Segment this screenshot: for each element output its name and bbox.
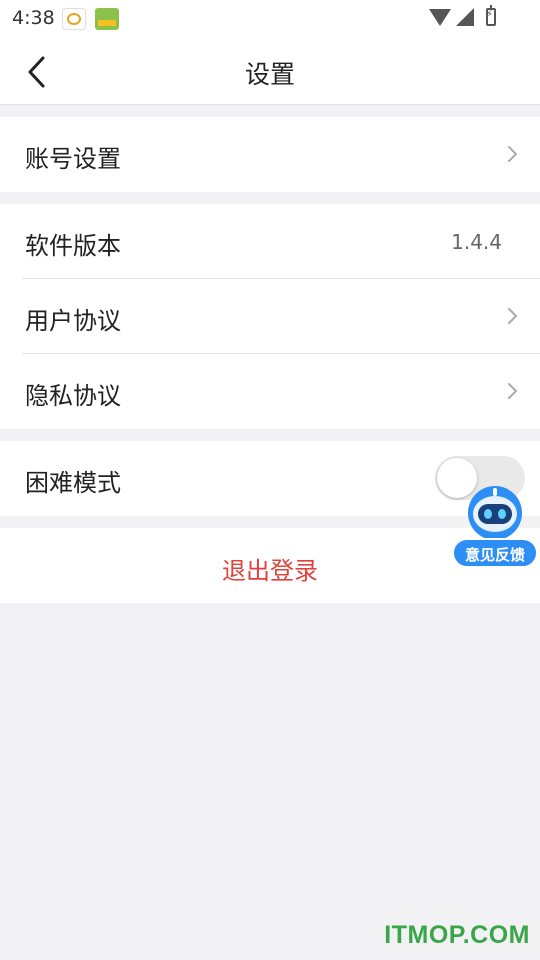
notification-app-icon [95, 8, 119, 30]
chevron-right-icon [508, 146, 517, 162]
user-agreement-row[interactable]: 用户协议 [0, 279, 540, 354]
battery-icon [486, 5, 496, 26]
feedback-button[interactable]: 意见反馈 [452, 484, 540, 570]
feedback-pill: 意见反馈 [452, 538, 538, 568]
signal-icon [456, 8, 474, 26]
chevron-right-icon [508, 308, 517, 324]
wifi-icon [429, 9, 451, 26]
version-value: 1.4.4 [451, 230, 502, 254]
robot-icon [468, 486, 522, 538]
settings-group-info: 软件版本 1.4.4 用户协议 隐私协议 [0, 204, 540, 429]
status-time: 4:38 [12, 7, 55, 29]
row-label: 软件版本 [25, 232, 121, 260]
logout-label: 退出登录 [222, 557, 318, 585]
watermark: ITMOP.COM [384, 921, 530, 949]
page-title: 设置 [244, 60, 295, 89]
row-label: 用户协议 [25, 307, 121, 335]
feedback-label: 意见反馈 [464, 546, 525, 564]
settings-group-account: 账号设置 [0, 117, 540, 192]
row-label: 困难模式 [25, 469, 121, 497]
privacy-agreement-row[interactable]: 隐私协议 [0, 354, 540, 429]
status-bar: 4:38 [0, 0, 540, 38]
row-label: 隐私协议 [25, 382, 121, 410]
account-settings-row[interactable]: 账号设置 [0, 117, 540, 192]
software-version-row: 软件版本 1.4.4 [0, 204, 540, 279]
chevron-right-icon [508, 383, 517, 399]
row-label: 账号设置 [25, 145, 121, 173]
notification-app-icon [62, 8, 86, 30]
app-header: 设置 [0, 38, 540, 105]
